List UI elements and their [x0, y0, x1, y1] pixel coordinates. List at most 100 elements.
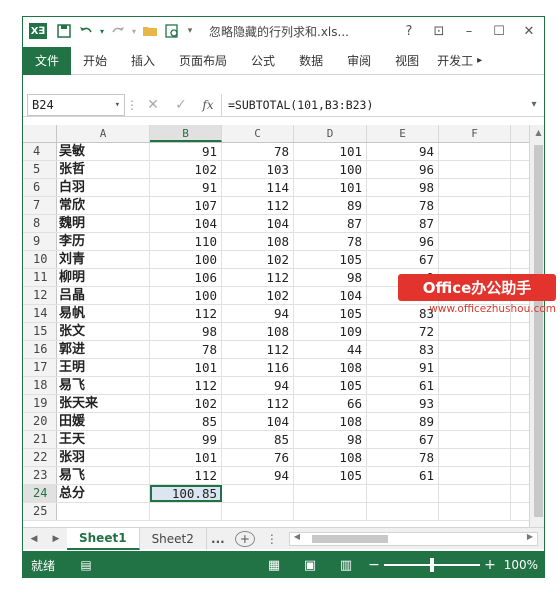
sheet-next-icon[interactable]: ▶	[45, 534, 67, 544]
cell-f[interactable]	[439, 359, 511, 376]
row-header[interactable]: 17	[23, 359, 57, 376]
cell-d[interactable]: 108	[294, 449, 367, 466]
cell-b[interactable]: 85	[150, 413, 222, 430]
cell-d[interactable]: 87	[294, 215, 367, 232]
normal-view-icon[interactable]: ▦	[256, 558, 292, 573]
scroll-left-icon[interactable]: ◀	[294, 532, 300, 541]
row-header[interactable]: 25	[23, 503, 57, 520]
redo-icon[interactable]	[107, 21, 129, 41]
cell-f[interactable]	[439, 251, 511, 268]
cell-b[interactable]: 100	[150, 251, 222, 268]
horizontal-scrollbar[interactable]: ◀ ▶	[288, 531, 538, 546]
cell-f[interactable]	[439, 395, 511, 412]
cell-f[interactable]	[439, 197, 511, 214]
cell-b[interactable]: 112	[150, 377, 222, 394]
cell-d[interactable]: 108	[294, 359, 367, 376]
sheet-tab-sheet1[interactable]: Sheet1	[67, 527, 140, 550]
cell-e[interactable]: 91	[367, 359, 439, 376]
cell-e[interactable]: 87	[367, 215, 439, 232]
cell-a[interactable]: 易飞	[57, 467, 150, 484]
cell-d[interactable]: 105	[294, 305, 367, 322]
cell-a[interactable]: 柳明	[57, 269, 150, 286]
cell-c[interactable]: 102	[222, 287, 294, 304]
cell-b[interactable]: 91	[150, 143, 222, 160]
cell-b[interactable]: 112	[150, 305, 222, 322]
cell-c[interactable]: 94	[222, 305, 294, 322]
scroll-right-icon[interactable]: ▶	[527, 532, 533, 541]
insert-function-button[interactable]: fx	[195, 98, 221, 112]
cell-c[interactable]: 114	[222, 179, 294, 196]
dropdown-icon[interactable]: ▾	[129, 21, 139, 41]
cell-e[interactable]: 78	[367, 197, 439, 214]
row-header[interactable]: 15	[23, 323, 57, 340]
cell-f[interactable]	[439, 413, 511, 430]
cell-e[interactable]: 93	[367, 395, 439, 412]
cell-f[interactable]	[439, 215, 511, 232]
cell-f[interactable]	[439, 431, 511, 448]
zoom-in-button[interactable]: +	[480, 557, 500, 573]
cell-c[interactable]: 85	[222, 431, 294, 448]
cell-b[interactable]: 91	[150, 179, 222, 196]
cell-d[interactable]: 109	[294, 323, 367, 340]
cell-d[interactable]: 105	[294, 251, 367, 268]
cell-a[interactable]: 张羽	[57, 449, 150, 466]
cell-d[interactable]: 100	[294, 161, 367, 178]
close-button[interactable]: ✕	[514, 24, 544, 39]
cell-c[interactable]: 108	[222, 323, 294, 340]
cell-b[interactable]: 112	[150, 467, 222, 484]
cell-d[interactable]: 98	[294, 269, 367, 286]
zoom-slider-knob[interactable]	[430, 558, 434, 572]
more-sheets-button[interactable]: ...	[207, 532, 229, 546]
cell-a[interactable]: 吕晶	[57, 287, 150, 304]
cell-c[interactable]: 103	[222, 161, 294, 178]
cell-b[interactable]: 101	[150, 449, 222, 466]
cell-a[interactable]: 易帆	[57, 305, 150, 322]
cell-c[interactable]: 112	[222, 341, 294, 358]
cell-e[interactable]: 67	[367, 431, 439, 448]
column-header[interactable]: A	[57, 125, 150, 142]
tab-split-grip-icon[interactable]: ⋮	[261, 532, 283, 546]
cell-c[interactable]: 112	[222, 269, 294, 286]
tab-developer[interactable]: 开发工	[431, 47, 475, 75]
cell-c[interactable]: 94	[222, 467, 294, 484]
cancel-icon[interactable]: ✕	[139, 97, 167, 113]
cell-c[interactable]: 102	[222, 251, 294, 268]
cell-d[interactable]: 108	[294, 413, 367, 430]
cell-d[interactable]	[294, 485, 367, 502]
tab-data[interactable]: 数据	[287, 47, 335, 75]
cell-d[interactable]: 104	[294, 287, 367, 304]
page-break-view-icon[interactable]: ▥	[328, 558, 364, 573]
cell-b[interactable]: 104	[150, 215, 222, 232]
cell-b[interactable]: 102	[150, 161, 222, 178]
cell-a[interactable]: 郭进	[57, 341, 150, 358]
row-header[interactable]: 22	[23, 449, 57, 466]
cell-f[interactable]	[439, 179, 511, 196]
save-icon[interactable]	[53, 21, 75, 41]
column-header[interactable]: D	[294, 125, 367, 142]
row-header[interactable]: 12	[23, 287, 57, 304]
worksheet-grid[interactable]: A B C D E F 4 吴敏 91 78 101 94 5 张哲 102 103 100 96 6 白…	[23, 125, 529, 539]
cell-c[interactable]: 76	[222, 449, 294, 466]
maximize-button[interactable]: ☐	[484, 24, 514, 39]
tab-view[interactable]: 视图	[383, 47, 431, 75]
tab-file[interactable]: 文件	[23, 46, 71, 75]
cell-b[interactable]: 106	[150, 269, 222, 286]
cell-a[interactable]: 张哲	[57, 161, 150, 178]
row-header[interactable]: 8	[23, 215, 57, 232]
ribbon-scroll-right-icon[interactable]: ▸	[475, 47, 484, 75]
cell-c[interactable]: 112	[222, 395, 294, 412]
column-header[interactable]: B	[150, 125, 222, 142]
tab-review[interactable]: 审阅	[335, 47, 383, 75]
preview-icon[interactable]	[161, 21, 183, 41]
cell-c[interactable]: 78	[222, 143, 294, 160]
cell-f[interactable]	[439, 233, 511, 250]
column-header[interactable]: C	[222, 125, 294, 142]
cell-e[interactable]	[367, 485, 439, 502]
row-header[interactable]: 18	[23, 377, 57, 394]
formula-input[interactable]: =SUBTOTAL(101,B3:B23)	[221, 93, 524, 116]
cell-c[interactable]: 108	[222, 233, 294, 250]
cell-d[interactable]: 78	[294, 233, 367, 250]
tab-page-layout[interactable]: 页面布局	[167, 47, 239, 75]
enter-icon[interactable]: ✓	[167, 97, 195, 113]
cell-b[interactable]: 100	[150, 287, 222, 304]
